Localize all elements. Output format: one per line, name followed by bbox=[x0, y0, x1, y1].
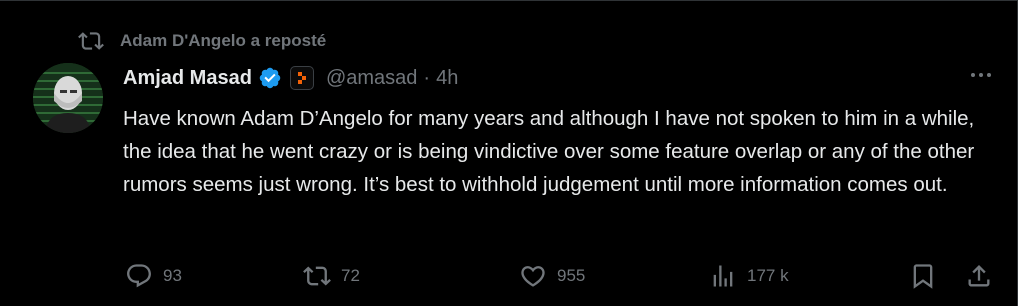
heart-icon bbox=[521, 266, 545, 287]
like-button[interactable]: 955 bbox=[519, 259, 585, 293]
views-button[interactable]: 177 k bbox=[709, 259, 789, 293]
share-icon bbox=[968, 265, 990, 287]
reply-count: 93 bbox=[163, 266, 182, 285]
like-count: 955 bbox=[557, 266, 586, 285]
reply-button[interactable]: 93 bbox=[125, 259, 182, 293]
repost-count: 72 bbox=[341, 266, 360, 285]
tweet-time[interactable]: 4h bbox=[436, 67, 458, 90]
repost-button[interactable]: 72 bbox=[303, 259, 360, 293]
avatar[interactable] bbox=[33, 63, 103, 133]
more-dot-icon bbox=[979, 73, 983, 77]
separator-dot: · bbox=[423, 66, 431, 89]
replit-logo-icon[interactable] bbox=[289, 66, 314, 90]
bookmark-icon bbox=[913, 264, 933, 289]
more-options-button[interactable] bbox=[966, 63, 996, 87]
author-handle[interactable]: @amasad bbox=[326, 67, 417, 90]
more-dot-icon bbox=[971, 73, 975, 77]
action-bar: 93 72 955 177 k bbox=[123, 259, 993, 293]
tweet-card[interactable]: Adam D'Angelo a reposté Amjad Masad @ama… bbox=[0, 0, 1018, 306]
avatar-image bbox=[33, 63, 103, 133]
repost-context[interactable]: Adam D'Angelo a reposté bbox=[78, 28, 326, 54]
repost-icon bbox=[303, 266, 331, 286]
tweet-text: Have known Adam D’Angelo for many years … bbox=[123, 107, 975, 196]
views-count: 177 k bbox=[747, 266, 789, 285]
verified-badge-icon[interactable] bbox=[258, 66, 282, 90]
reply-icon bbox=[127, 264, 151, 288]
tweet-header: Amjad Masad @amasad · 4h bbox=[123, 63, 458, 93]
repost-icon bbox=[78, 32, 104, 50]
repost-label: Adam D'Angelo a reposté bbox=[120, 31, 327, 50]
analytics-icon bbox=[713, 265, 733, 287]
share-button[interactable] bbox=[965, 259, 993, 293]
bookmark-button[interactable] bbox=[909, 259, 937, 293]
author-name[interactable]: Amjad Masad bbox=[123, 67, 252, 90]
more-dot-icon bbox=[987, 73, 991, 77]
